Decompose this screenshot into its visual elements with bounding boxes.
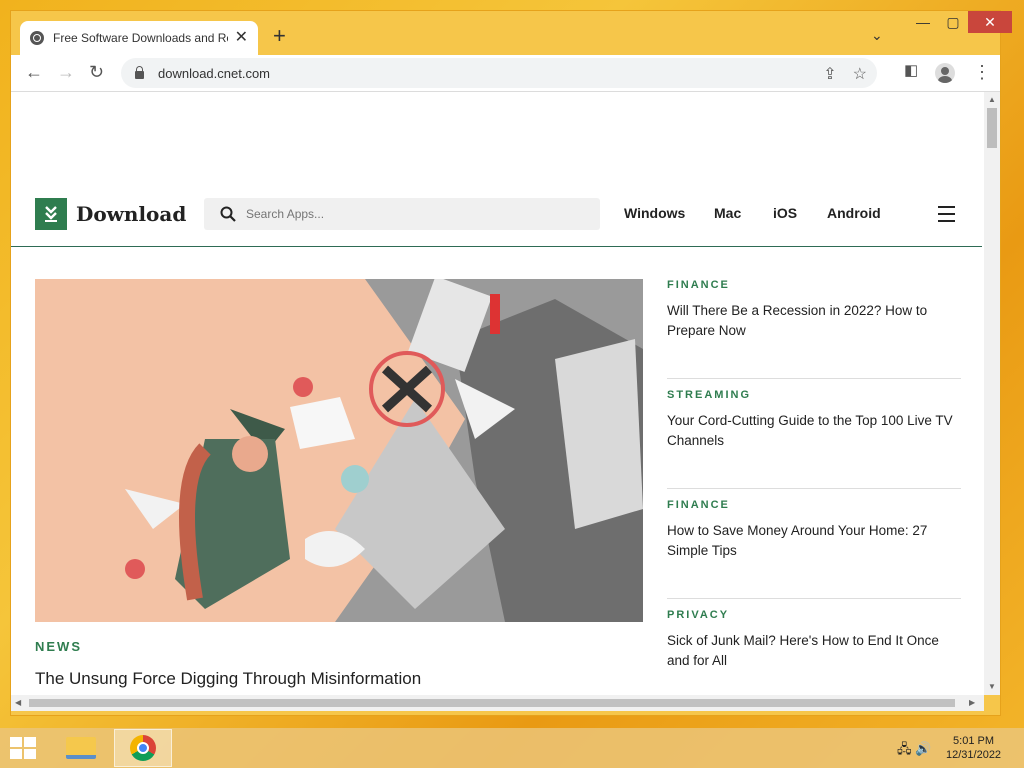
hero-kicker[interactable]: NEWS <box>35 639 82 654</box>
story-item[interactable]: FINANCE Will There Be a Recession in 202… <box>667 269 961 379</box>
globe-icon <box>30 31 44 45</box>
system-clock[interactable]: 5:01 PM 12/31/2022 <box>946 734 1001 762</box>
tab-search-icon[interactable]: ⌄ <box>871 27 883 44</box>
share-icon[interactable]: ⇪ <box>823 64 836 84</box>
new-tab-button[interactable]: + <box>273 25 286 47</box>
download-logo-icon[interactable] <box>35 198 67 230</box>
app-search[interactable] <box>204 198 600 230</box>
more-menu-icon[interactable]: ⋮ <box>973 63 991 81</box>
clock-date: 12/31/2022 <box>946 749 1002 761</box>
clock-time: 5:01 PM <box>953 735 995 747</box>
profile-avatar[interactable] <box>935 63 955 83</box>
sidebar-stories: FINANCE Will There Be a Recession in 202… <box>667 269 961 695</box>
browser-window: Free Software Downloads and Re ✕ + ⌄ — ▢… <box>10 10 1012 716</box>
side-panel-icon[interactable]: ◧ <box>904 63 918 78</box>
web-page: Download Windows Mac iOS Android <box>11 92 984 695</box>
story-kicker[interactable]: STREAMING <box>667 389 961 401</box>
chrome-taskbar-icon[interactable] <box>114 729 172 767</box>
window-controls: — ▢ ✕ <box>908 11 1012 33</box>
logo-text[interactable]: Download <box>76 202 186 226</box>
bookmark-star-icon[interactable]: ☆ <box>853 64 867 84</box>
nav-ios[interactable]: iOS <box>773 205 797 221</box>
story-headline[interactable]: Your Cord-Cutting Guide to the Top 100 L… <box>667 411 961 451</box>
reload-icon[interactable]: ↻ <box>89 63 104 81</box>
tab-close-icon[interactable]: ✕ <box>235 30 248 46</box>
vertical-scroll-thumb[interactable] <box>987 108 997 148</box>
tab-title: Free Software Downloads and Re <box>53 31 228 45</box>
site-header: Download Windows Mac iOS Android <box>11 192 982 247</box>
nav-android[interactable]: Android <box>827 205 881 221</box>
horizontal-scroll-thumb[interactable] <box>29 699 955 707</box>
horizontal-scrollbar[interactable]: ◀ ▶ <box>11 695 984 711</box>
address-bar[interactable]: download.cnet.com ⇪ ☆ <box>121 58 877 88</box>
story-headline[interactable]: How to Save Money Around Your Home: 27 S… <box>667 521 961 561</box>
story-kicker[interactable]: FINANCE <box>667 499 961 511</box>
story-item[interactable]: FINANCE How to Save Money Around Your Ho… <box>667 489 961 599</box>
story-headline[interactable]: Sick of Junk Mail? Here's How to End It … <box>667 631 961 671</box>
close-button[interactable]: ✕ <box>968 11 1012 33</box>
nav-mac[interactable]: Mac <box>714 205 741 221</box>
story-item[interactable]: STREAMING Your Cord-Cutting Guide to the… <box>667 379 961 489</box>
story-headline[interactable]: Will There Be a Recession in 2022? How t… <box>667 301 961 341</box>
forward-icon[interactable]: → <box>57 63 75 81</box>
windows-start-icon[interactable] <box>10 737 38 761</box>
browser-toolbar: ← → ↻ download.cnet.com ⇪ ☆ ◧ ⋮ <box>11 55 1000 92</box>
story-kicker[interactable]: FINANCE <box>667 279 961 291</box>
minimize-button[interactable]: — <box>908 11 938 33</box>
search-icon <box>220 206 236 222</box>
hero-title[interactable]: The Unsung Force Digging Through Misinfo… <box>35 669 421 689</box>
title-bar: Free Software Downloads and Re ✕ + ⌄ — ▢… <box>11 11 1012 55</box>
scroll-up-icon[interactable]: ▲ <box>988 95 996 104</box>
back-icon[interactable]: ← <box>25 63 43 81</box>
search-input[interactable] <box>244 206 588 222</box>
story-kicker[interactable]: PRIVACY <box>667 609 961 621</box>
vertical-scrollbar[interactable]: ▲ ▼ <box>984 92 1000 695</box>
hamburger-menu-icon[interactable] <box>938 206 955 227</box>
lock-icon <box>135 66 144 79</box>
scroll-down-icon[interactable]: ▼ <box>988 682 996 691</box>
nav-windows[interactable]: Windows <box>624 205 685 221</box>
url-text: download.cnet.com <box>158 65 271 81</box>
scroll-right-icon[interactable]: ▶ <box>969 698 975 707</box>
hero-image[interactable] <box>35 279 643 622</box>
maximize-button[interactable]: ▢ <box>938 11 968 33</box>
file-explorer-icon[interactable] <box>52 729 110 767</box>
story-item[interactable]: PRIVACY Sick of Junk Mail? Here's How to… <box>667 599 961 695</box>
taskbar: 🖧 🔊 5:01 PM 12/31/2022 <box>0 728 1024 768</box>
network-volume-icons[interactable]: 🖧 🔊 <box>897 740 931 762</box>
browser-tab[interactable]: Free Software Downloads and Re ✕ <box>20 21 258 55</box>
scroll-left-icon[interactable]: ◀ <box>15 698 21 707</box>
